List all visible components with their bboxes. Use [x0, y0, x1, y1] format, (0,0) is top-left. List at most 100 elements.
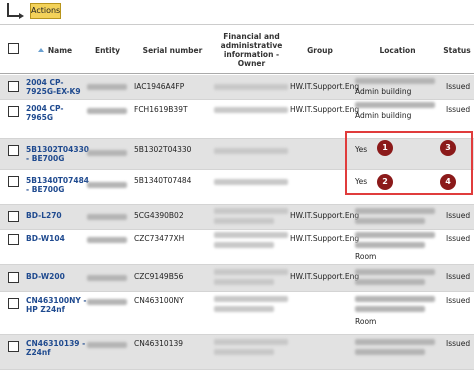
annotation-badge-2: 2	[377, 174, 393, 190]
device-name-link[interactable]: 5B1302T04330 - BE700G	[26, 145, 89, 163]
group-value: HW.IT.Support.Eng	[290, 272, 360, 281]
row-checkbox[interactable]	[8, 145, 19, 156]
location-room: Room	[355, 317, 377, 326]
status-value: Issued	[446, 296, 471, 305]
entity-redacted	[87, 237, 127, 243]
status-value: Issued	[446, 105, 471, 114]
location-redacted-2	[355, 242, 425, 248]
serial-number: CZC73477XH	[134, 234, 185, 243]
select-all-arrow-icon	[7, 3, 24, 19]
location-redacted	[355, 208, 435, 214]
device-name-link[interactable]: BD-L270	[26, 211, 62, 220]
status-value: Issued	[446, 339, 471, 348]
entity-redacted	[87, 182, 127, 188]
location-room: Room	[355, 252, 377, 261]
owner-redacted-2	[214, 349, 274, 355]
device-name-link[interactable]: 2004 CP-7965G	[26, 104, 76, 122]
row-checkbox[interactable]	[8, 81, 19, 92]
owner-redacted-2	[214, 218, 274, 224]
row-checkbox[interactable]	[8, 211, 19, 222]
actions-button[interactable]: Actions	[30, 3, 61, 19]
owner-redacted	[214, 269, 288, 275]
status-value: Issued	[446, 82, 471, 91]
table-header: Name Entity Serial number Financial and …	[0, 24, 474, 74]
annotation-badge-1: 1	[377, 140, 393, 156]
table-row[interactable]: BD-W104 CZC73477XH HW.IT.Support.Eng Roo…	[0, 230, 474, 265]
table-row[interactable]: CN463100NY - HP Z24nf CN463100NY Room Is…	[0, 292, 474, 335]
location-redacted	[355, 232, 435, 238]
location-redacted-2	[355, 306, 425, 312]
table-row[interactable]: 2004 CP-7925G-EX-K9 IAC1946A4FP HW.IT.Su…	[0, 75, 474, 100]
sort-ascending-icon	[37, 48, 44, 52]
table-row[interactable]: BD-W200 CZC9149B56 HW.IT.Support.Eng Iss…	[0, 265, 474, 292]
device-name-link[interactable]: 2004 CP-7925G-EX-K9	[26, 78, 84, 96]
status-value: Issued	[446, 272, 471, 281]
group-value: HW.IT.Support.Eng	[290, 211, 360, 220]
location-redacted	[355, 339, 435, 345]
owner-redacted-2	[214, 279, 274, 285]
entity-redacted	[87, 84, 127, 90]
row-checkbox[interactable]	[8, 234, 19, 245]
owner-redacted	[214, 232, 288, 238]
serial-number: CN463100NY	[134, 296, 184, 305]
device-name-link[interactable]: BD-W104	[26, 234, 65, 243]
owner-redacted	[214, 107, 288, 113]
group-value: HW.IT.Support.Eng	[290, 82, 360, 91]
owner-redacted	[214, 296, 288, 302]
location-redacted-2	[355, 279, 425, 285]
serial-number: CN46310139	[134, 339, 184, 348]
row-checkbox[interactable]	[8, 106, 19, 117]
entity-redacted	[87, 108, 127, 114]
column-header-name[interactable]: Name	[30, 25, 80, 75]
owner-redacted	[214, 179, 288, 185]
device-name-link[interactable]: BD-W200	[26, 272, 65, 281]
annotation-badge-3: 3	[440, 140, 456, 156]
entity-redacted	[87, 342, 127, 348]
location-building: Admin building	[355, 111, 412, 120]
location-building: Admin building	[355, 87, 412, 96]
entity-redacted	[87, 214, 127, 220]
owner-redacted	[214, 339, 288, 345]
owner-redacted-2	[214, 242, 274, 248]
serial-number: 5B1340T07484	[134, 176, 192, 185]
status-value: Issued	[446, 211, 471, 220]
row-checkbox[interactable]	[8, 176, 19, 187]
table-row[interactable]: CN46310139 - Z24nf CN46310139 Issued	[0, 335, 474, 370]
device-name-link[interactable]: 5B1340T07484 - BE700G	[26, 176, 89, 194]
location-redacted-2	[355, 218, 425, 224]
toolbar: Actions	[0, 0, 474, 24]
table-row[interactable]: BD-L270 5CG4390B02 HW.IT.Support.Eng Iss…	[0, 205, 474, 230]
annotation-badge-4: 4	[440, 174, 456, 190]
serial-number: FCH1619B39T	[134, 105, 188, 114]
group-value: HW.IT.Support.Eng	[290, 234, 360, 243]
column-header-group[interactable]: Group	[290, 25, 350, 75]
column-header-owner[interactable]: Financial and administrative information…	[214, 25, 289, 75]
column-header-status[interactable]: Status	[440, 25, 474, 75]
owner-redacted-2	[214, 306, 274, 312]
row-checkbox[interactable]	[8, 272, 19, 283]
row-checkbox[interactable]	[8, 298, 19, 309]
device-name-link[interactable]: CN463100NY - HP Z24nf	[26, 296, 88, 314]
location-redacted	[355, 269, 435, 275]
location-redacted	[355, 78, 435, 84]
location-redacted	[355, 102, 435, 108]
serial-number: 5CG4390B02	[134, 211, 184, 220]
entity-redacted	[87, 150, 127, 156]
column-header-serial[interactable]: Serial number	[135, 25, 210, 75]
entity-redacted	[87, 299, 127, 305]
owner-redacted	[214, 84, 288, 90]
group-value: HW.IT.Support.Eng	[290, 105, 360, 114]
select-all-checkbox[interactable]	[8, 43, 19, 54]
location-redacted-2	[355, 349, 425, 355]
owner-redacted	[214, 148, 288, 154]
device-name-link[interactable]: CN46310139 - Z24nf	[26, 339, 88, 357]
serial-number: CZC9149B56	[134, 272, 184, 281]
column-header-location[interactable]: Location	[360, 25, 435, 75]
entity-redacted	[87, 275, 127, 281]
serial-number: IAC1946A4FP	[134, 82, 185, 91]
location-redacted	[355, 296, 435, 302]
row-checkbox[interactable]	[8, 341, 19, 352]
status-value: Issued	[446, 234, 471, 243]
serial-number: 5B1302T04330	[134, 145, 192, 154]
column-header-entity[interactable]: Entity	[85, 25, 130, 75]
